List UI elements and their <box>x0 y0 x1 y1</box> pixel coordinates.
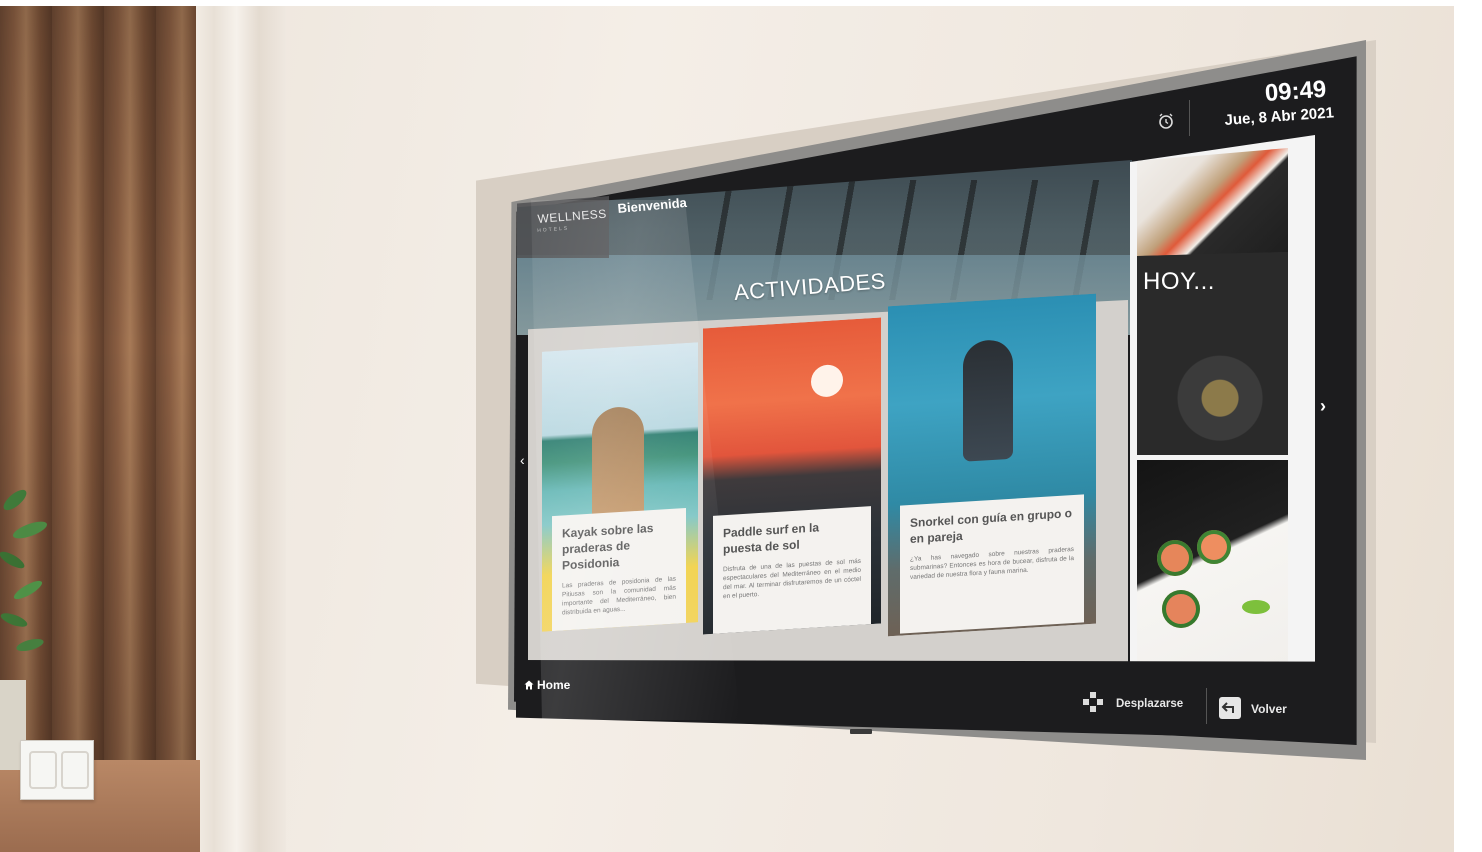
tv-brand-badge <box>850 729 872 734</box>
activity-card-kayak[interactable]: Kayak sobre las praderas de Posidonia La… <box>542 342 698 632</box>
card-description: ¿Ya has navegado sobre nuestras praderas… <box>910 545 1074 582</box>
sushi-rolls-image[interactable] <box>1137 460 1288 665</box>
back-button[interactable]: Volver <box>1251 702 1287 716</box>
sushi-roll <box>1157 540 1193 576</box>
chevron-left-icon[interactable]: ‹ <box>520 452 525 468</box>
back-arrow-icon[interactable] <box>1219 697 1241 719</box>
card-text-box: Paddle surf en la puesta de sol Disfruta… <box>713 506 871 634</box>
diver <box>963 338 1013 462</box>
scroll-hint: Desplazarse <box>1116 698 1184 710</box>
home-label: Home <box>537 678 571 692</box>
activity-card-snorkel[interactable]: Snorkel con guía en grupo o en pareja ¿Y… <box>888 293 1096 637</box>
card-title: Snorkel con guía en grupo o en pareja <box>910 506 1073 547</box>
card-text-box: Kayak sobre las praderas de Posidonia La… <box>552 507 686 632</box>
card-text-box: Snorkel con guía en grupo o en pareja ¿Y… <box>900 494 1084 634</box>
today-label: HOY... <box>1143 268 1215 295</box>
status-divider <box>1189 100 1190 136</box>
bottom-bar <box>516 660 1340 740</box>
chevron-right-icon[interactable]: › <box>1320 396 1326 417</box>
footer-divider <box>1206 688 1207 724</box>
activity-card-paddle[interactable]: Paddle surf en la puesta de sol Disfruta… <box>703 317 881 635</box>
sushi-roll <box>1162 590 1200 628</box>
wasabi <box>1242 600 1270 614</box>
card-description: Las praderas de posidonia de las Pitiusa… <box>562 575 676 617</box>
card-description: Disfruta de una de las puestas de sol má… <box>723 557 861 601</box>
dpad-icon <box>1083 692 1103 712</box>
clock-time: 09:49 <box>1264 75 1328 107</box>
sushi-plate-image[interactable] <box>1137 148 1288 256</box>
home-button[interactable]: Home <box>524 678 570 692</box>
home-icon <box>524 680 534 690</box>
tv-screen: WELLNESS HOTELS Bienvenida ACTIVIDADES 0… <box>0 0 1482 852</box>
sushi-roll <box>1197 530 1231 564</box>
alarm-clock-icon[interactable] <box>1157 112 1175 130</box>
card-title: Kayak sobre las praderas de Posidonia <box>562 520 654 573</box>
card-title: Paddle surf en la puesta de sol <box>723 520 820 557</box>
